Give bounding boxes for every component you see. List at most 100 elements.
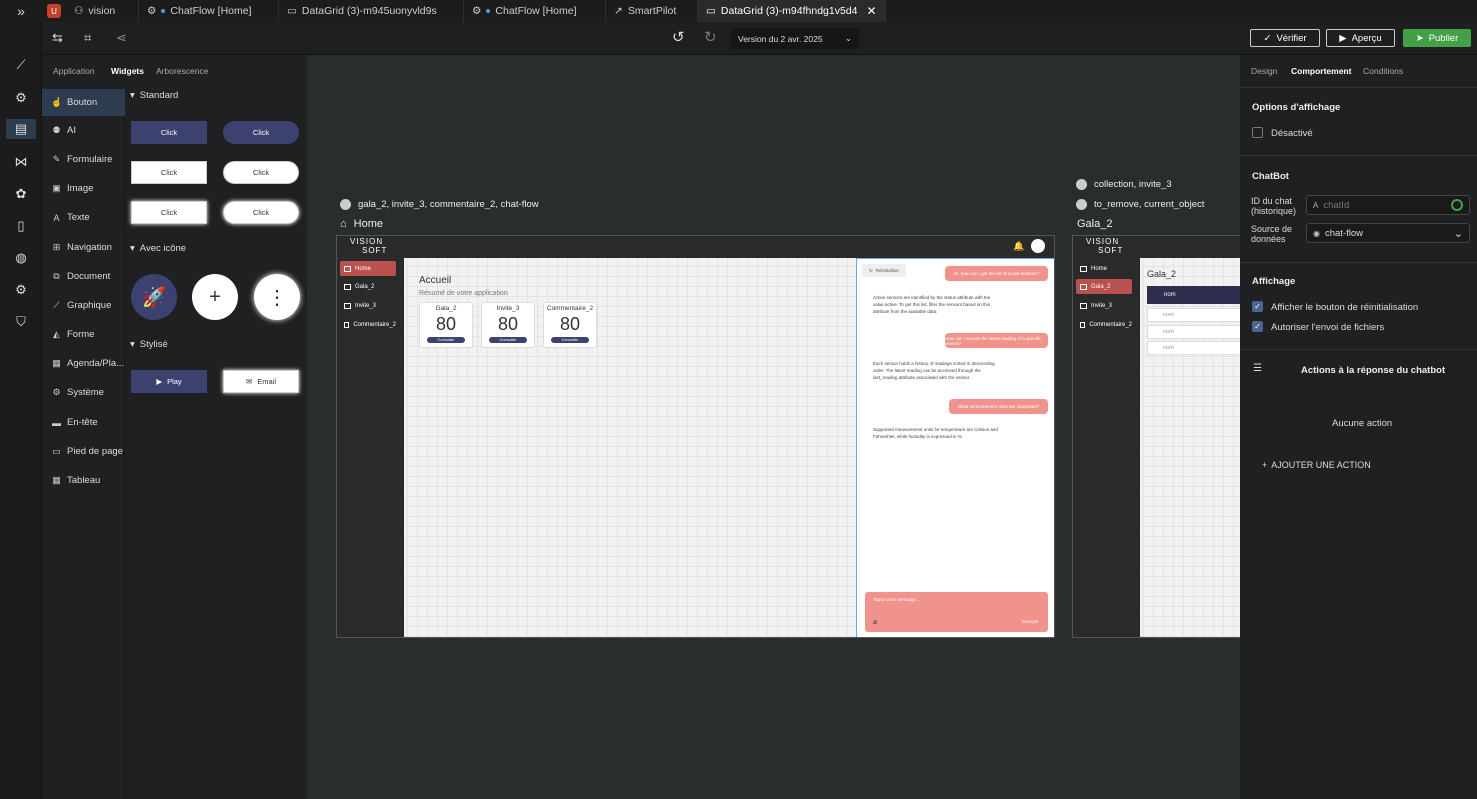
page-frame-gala[interactable]: VISION SOFT Home Gala_2 Invite_3 Commenta… — [1072, 235, 1240, 638]
chatbot-widget[interactable]: ↻ Réinitialiser Hi, how can I get the lis… — [856, 258, 1054, 637]
table-header[interactable]: nom — [1147, 286, 1240, 304]
redo-icon[interactable]: ↻ — [704, 28, 717, 46]
widget-button-white-rounded[interactable]: Click — [223, 161, 299, 184]
widget-play-button[interactable]: ▶ Play — [131, 370, 207, 393]
table-row[interactable]: nom — [1147, 308, 1240, 322]
category-pied-de-page[interactable]: ▭ Pied de page — [42, 438, 125, 465]
share-icon[interactable]: ⋖ — [116, 30, 127, 46]
frame2-title[interactable]: Gala_2 — [1077, 218, 1112, 230]
design-canvas[interactable]: gala_2, invite_3, commentaire_2, chat-fl… — [307, 55, 1240, 799]
widget-button-dark-rounded[interactable]: Click — [223, 121, 299, 144]
widget-button-dark[interactable]: Click — [131, 121, 207, 144]
undo-icon[interactable]: ↺ — [672, 28, 685, 46]
nav-home[interactable]: Home — [340, 261, 396, 276]
disabled-checkbox[interactable] — [1252, 127, 1263, 138]
category-image[interactable]: ▣ Image — [42, 175, 125, 202]
source-select[interactable]: ◉ chat-flow ⌄ — [1306, 223, 1470, 243]
widget-more-button[interactable]: ⋮ — [254, 274, 300, 320]
add-action-button[interactable]: + AJOUTER UNE ACTION — [1262, 460, 1371, 470]
nav-commentaire[interactable]: Commentaire_2 — [340, 317, 396, 332]
collapse-icon[interactable]: » — [0, 0, 42, 22]
close-icon[interactable]: ✕ — [867, 4, 877, 18]
avatar[interactable] — [1031, 239, 1045, 253]
bell-icon[interactable]: 🔔 — [1013, 241, 1024, 252]
tab-design[interactable]: Design — [1251, 66, 1277, 76]
window-icon: ▭ — [706, 5, 716, 17]
nav-gala[interactable]: Gala_2 — [340, 279, 396, 294]
category-texte[interactable]: A Texte — [42, 204, 125, 231]
settings-cog-icon[interactable]: ✿ — [11, 184, 31, 204]
reset-button[interactable]: ↻ Réinitialiser — [862, 264, 906, 277]
tab-comportement[interactable]: Comportement — [1291, 66, 1351, 76]
tab-conditions[interactable]: Conditions — [1363, 66, 1403, 76]
frame-icon[interactable]: ⌗ — [84, 30, 91, 46]
category-en-tete[interactable]: ▬ En-tête — [42, 409, 125, 436]
category-systeme[interactable]: ⚙ Système — [42, 379, 125, 406]
section-standard[interactable]: ▾ Standard — [130, 90, 178, 101]
allow-files-checkbox[interactable]: ✓ — [1252, 321, 1263, 332]
consult-button[interactable]: Consulter — [427, 337, 465, 343]
components-icon[interactable]: ⚙ — [11, 88, 31, 108]
section-styled[interactable]: ▾ Stylisé — [130, 339, 168, 350]
footer-icon: ▭ — [52, 446, 61, 456]
nav-commentaire[interactable]: Commentaire_2 — [1076, 317, 1132, 332]
section-chatbot: ChatBot — [1252, 171, 1289, 182]
category-formulaire[interactable]: ✎ Formulaire — [42, 146, 125, 173]
nav-invite[interactable]: Invite_3 — [1076, 298, 1132, 313]
tab-chatflow-home[interactable]: ⚙ ChatFlow [Home] — [139, 0, 279, 22]
page-subheading: Résumé de votre application — [419, 290, 508, 297]
category-forme[interactable]: ◭ Forme — [42, 321, 125, 348]
category-bouton[interactable]: ☝ Bouton — [42, 89, 125, 116]
show-reset-checkbox[interactable]: ✓ — [1252, 301, 1263, 312]
tab-vision[interactable]: ⚇ vision — [66, 0, 139, 22]
category-agenda[interactable]: ▦ Agenda/Pla... — [42, 350, 125, 377]
page-frame-home[interactable]: VISION SOFT 🔔 Home Gala_2 Invite_3 Commen… — [336, 235, 1055, 638]
widget-button-white-shadow[interactable]: Click — [131, 201, 207, 224]
paperclip-icon[interactable]: ⌀ — [873, 618, 877, 626]
widget-add-button[interactable]: + — [192, 274, 238, 320]
globe-icon[interactable]: ◍ — [11, 248, 31, 268]
chat-input[interactable]: Tapez votre message... ⌀ Envoyer — [865, 592, 1048, 632]
verify-button[interactable]: ✓ Vérifier — [1250, 29, 1320, 47]
widget-button-white-rounded-shadow[interactable]: Click — [223, 201, 299, 224]
shield-icon[interactable]: ⛉ — [11, 312, 31, 332]
pilot-icon: ↗ — [614, 5, 623, 17]
category-ai[interactable]: ⚉ AI — [42, 117, 125, 144]
tab-arborescence[interactable]: Arborescence — [156, 66, 208, 76]
category-graphique[interactable]: ⟋ Graphique — [42, 292, 125, 319]
tab-application[interactable]: Application — [53, 66, 95, 76]
publish-button[interactable]: ➤ Publier — [1403, 29, 1471, 47]
table-row[interactable]: nom — [1147, 325, 1240, 339]
consult-button[interactable]: Consulter — [489, 337, 527, 343]
category-document[interactable]: ⧉ Document — [42, 263, 125, 290]
flow-icon[interactable]: ⋈ — [11, 152, 31, 172]
category-navigation[interactable]: ⊞ Navigation — [42, 234, 125, 261]
category-tableau[interactable]: ▦ Tableau — [42, 467, 125, 494]
tab-datagrid-1[interactable]: ▭ DataGrid (3)-m945uonyvld9s — [279, 0, 464, 22]
nav-gala[interactable]: Gala_2 — [1076, 279, 1132, 294]
nav-invite[interactable]: Invite_3 — [340, 298, 396, 313]
pages-icon[interactable]: ▤ — [6, 119, 36, 139]
target-icon[interactable] — [1451, 199, 1463, 211]
gear-icon[interactable]: ⚙ — [11, 280, 31, 300]
widget-button-white[interactable]: Click — [131, 161, 207, 184]
table-row[interactable]: nom — [1147, 341, 1240, 355]
version-select[interactable]: Version du 2 avr. 2025 ⌄ — [731, 28, 859, 49]
database-icon — [340, 199, 351, 210]
send-button[interactable]: Envoyer — [1022, 619, 1039, 624]
nav-home[interactable]: Home — [1076, 261, 1132, 276]
widget-email-button[interactable]: ✉ Email — [223, 370, 299, 393]
layout-icon[interactable]: ⇆ — [52, 30, 63, 46]
tab-datagrid-active[interactable]: ▭ DataGrid (3)-m94fhndg1v5d4 ✕ — [698, 0, 886, 22]
tab-widgets[interactable]: Widgets — [111, 66, 144, 76]
chat-id-input[interactable]: A chatId — [1306, 195, 1470, 215]
widget-rocket-button[interactable]: 🚀 — [131, 274, 177, 320]
preview-button[interactable]: ▶ Aperçu — [1326, 29, 1395, 47]
document-icon[interactable]: ▯ — [11, 216, 31, 236]
tab-chatflow-home-2[interactable]: ⚙ ChatFlow [Home] — [464, 0, 606, 22]
analytics-icon[interactable]: ⟋ — [11, 55, 31, 75]
frame1-title[interactable]: ⌂ Home — [340, 218, 383, 230]
section-with-icon[interactable]: ▾ Avec icône — [130, 243, 186, 254]
consult-button[interactable]: Consulter — [551, 337, 589, 343]
tab-smartpilot[interactable]: ↗ SmartPilot — [606, 0, 698, 22]
